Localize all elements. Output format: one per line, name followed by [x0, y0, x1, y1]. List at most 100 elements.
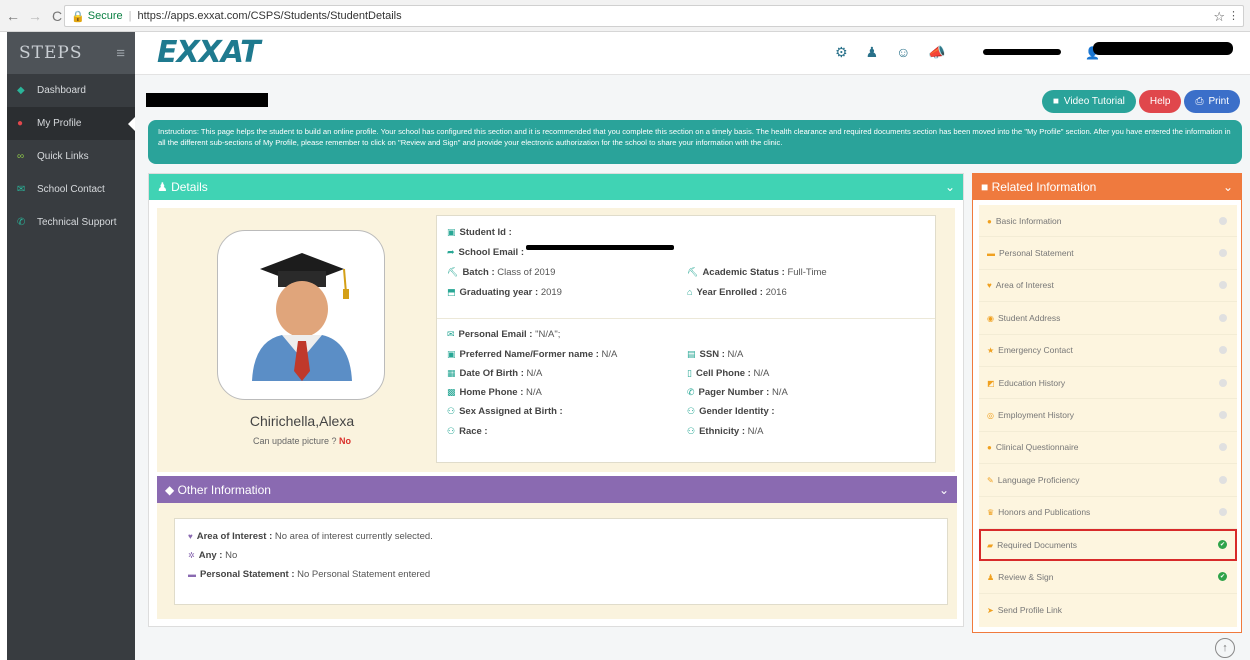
- related-item-student-address[interactable]: ◉ Student Address: [979, 302, 1237, 335]
- forward-arrow-icon[interactable]: →: [26, 8, 44, 24]
- other-information-header[interactable]: ◆ Other Information ⌄: [157, 476, 957, 503]
- bookmark-star-icon[interactable]: ☆: [1213, 9, 1225, 25]
- star-icon: ★: [987, 346, 995, 356]
- secure-label: Secure: [87, 10, 123, 22]
- related-item-clinical-questionnaire[interactable]: ● Clinical Questionnaire: [979, 432, 1237, 465]
- graduating-year-field: ⬒ Graduating year : 2019: [447, 287, 562, 298]
- briefcase-icon: ◎: [987, 411, 994, 421]
- related-item-emergency-contact[interactable]: ★ Emergency Contact: [979, 335, 1237, 367]
- heart-icon: ♥: [987, 281, 992, 291]
- related-information-title: Related Information: [991, 180, 1097, 194]
- related-item-education-history[interactable]: ◩ Education History: [979, 367, 1237, 400]
- can-update-picture: Can update picture ? No: [157, 436, 447, 446]
- race-field: ⚇ Race :: [447, 426, 488, 437]
- scroll-to-top-icon[interactable]: ↑: [1215, 638, 1235, 658]
- chevron-down-icon[interactable]: ⌄: [939, 483, 949, 497]
- hamburger-menu-icon[interactable]: ≡: [116, 45, 125, 62]
- url-text: https://apps.exxat.com/CSPS/Students/Stu…: [137, 10, 402, 22]
- status-pending-dot: [1219, 475, 1227, 484]
- info-circle-icon: ●: [987, 216, 992, 226]
- sidebar-item-technical-support[interactable]: ✆ Technical Support: [7, 206, 135, 239]
- location-icon: ◉: [987, 313, 994, 323]
- print-button[interactable]: ⎙ Print: [1184, 90, 1240, 113]
- gender-identity-field: ⚇ Gender Identity :: [687, 406, 775, 417]
- check-circle-icon: ✔: [1218, 540, 1227, 550]
- details-body: Chirichella,Alexa Can update picture ? N…: [157, 208, 955, 472]
- square-icon: ■: [981, 180, 992, 194]
- exxat-logo[interactable]: EXXAT: [157, 35, 261, 70]
- student-id-field: ▣ Student Id :: [447, 227, 512, 238]
- megaphone-icon[interactable]: 📣: [928, 44, 945, 61]
- chevron-down-icon[interactable]: ⌄: [1223, 180, 1233, 194]
- sidebar-item-my-profile[interactable]: ● My Profile: [7, 107, 135, 140]
- gear-icon[interactable]: ⚙: [835, 44, 848, 61]
- phone-icon: ✆: [17, 217, 26, 228]
- help-button[interactable]: Help: [1138, 90, 1182, 113]
- print-label: Print: [1208, 96, 1229, 107]
- check-circle-icon: ✔: [1218, 572, 1227, 582]
- menu-dots-icon[interactable]: ⋮: [1228, 9, 1239, 22]
- related-item-area-of-interest[interactable]: ♥ Area of Interest: [979, 270, 1237, 303]
- trophy-icon: ♛: [987, 508, 995, 518]
- name-tag-icon: ▣: [447, 349, 456, 359]
- details-panel: ♟ Details ⌄ Chirichella,Alexa Can update…: [148, 173, 964, 627]
- details-title: Details: [171, 180, 208, 194]
- address-bar[interactable]: 🔒 Secure | https://apps.exxat.com/CSPS/S…: [64, 5, 1244, 27]
- info-divider: [437, 318, 935, 319]
- cell-phone-field: ▯ Cell Phone : N/A: [687, 368, 770, 379]
- status-pending-dot: [1219, 411, 1227, 420]
- url-separator: |: [128, 10, 132, 22]
- related-item-language-proficiency[interactable]: ✎ Language Proficiency: [979, 464, 1237, 497]
- year-enrolled-field: ⌂ Year Enrolled : 2016: [687, 287, 787, 298]
- redacted-page-title: [146, 93, 268, 107]
- graduation-icon: ⛏: [447, 267, 459, 277]
- related-item-employment-history[interactable]: ◎ Employment History: [979, 399, 1237, 432]
- related-item-personal-statement[interactable]: ▬ Personal Statement: [979, 237, 1237, 270]
- other-information-title: Other Information: [177, 482, 271, 497]
- school-email-field: ➦ School Email :: [447, 247, 525, 258]
- redacted-user-name[interactable]: [1093, 42, 1233, 55]
- lock-icon: 🔒: [71, 10, 88, 23]
- steps-logo: STEPS: [19, 43, 83, 63]
- user-profile-icon[interactable]: ♟: [866, 44, 879, 61]
- status-pending-dot: [1219, 443, 1227, 452]
- pager-number-field: ✆ Pager Number : N/A: [687, 387, 788, 398]
- envelope-icon: ✉: [447, 329, 455, 339]
- instructions-banner: Instructions: This page helps the studen…: [148, 120, 1242, 164]
- printer-icon: ⎙: [1195, 96, 1204, 107]
- comment-icon: ▬: [987, 249, 995, 259]
- video-tutorial-label: Video Tutorial: [1063, 96, 1125, 107]
- related-item-review-sign[interactable]: ♟ Review & Sign ✔: [979, 561, 1237, 594]
- status-pending-dot: [1219, 346, 1227, 355]
- related-item-send-profile-link[interactable]: ➤ Send Profile Link: [979, 594, 1237, 626]
- related-information-header[interactable]: ■ Related Information ⌄: [973, 174, 1241, 200]
- chevron-down-icon[interactable]: ⌄: [945, 180, 955, 194]
- folder-icon: ▰: [987, 540, 994, 550]
- sidebar-item-school-contact[interactable]: ✉ School Contact: [7, 173, 135, 206]
- status-pending-dot: [1219, 313, 1227, 322]
- envelope-icon: ✉: [17, 184, 26, 195]
- video-tutorial-button[interactable]: ■ Video Tutorial: [1041, 90, 1136, 113]
- phone-square-icon: ▩: [447, 387, 456, 397]
- sidebar-item-quick-links[interactable]: ∞ Quick Links: [7, 140, 135, 173]
- related-item-basic-information[interactable]: ● Basic Information: [979, 205, 1237, 238]
- any-field: ✲ Any : No: [188, 550, 238, 561]
- sidebar-item-dashboard[interactable]: ◆ Dashboard: [7, 74, 135, 107]
- student-name: Chirichella,Alexa: [249, 413, 355, 429]
- action-buttons: ■ Video Tutorial Help ⎙ Print: [1041, 90, 1240, 113]
- related-item-required-documents[interactable]: ▰ Required Documents ✔: [979, 528, 1237, 562]
- phone-icon: ✆: [687, 387, 695, 397]
- ssn-field: ▤ SSN : N/A: [687, 349, 744, 360]
- status-pending-dot: [1219, 378, 1227, 387]
- heart-icon: ♥: [188, 532, 193, 541]
- user-icon: ●: [17, 118, 24, 129]
- related-information-panel: ■ Related Information ⌄ ● Basic Informati…: [972, 173, 1242, 633]
- sidebar-item-label: Dashboard: [37, 85, 86, 96]
- language-icon: ✎: [987, 475, 994, 485]
- back-arrow-icon[interactable]: ←: [4, 8, 22, 24]
- details-panel-header[interactable]: ♟ Details ⌄: [149, 174, 963, 200]
- sex-assigned-field: ⚇ Sex Assigned at Birth :: [447, 406, 563, 417]
- share-arrow-icon: ➦: [447, 247, 455, 257]
- smiley-icon[interactable]: ☺: [896, 44, 910, 61]
- related-item-honors-publications[interactable]: ♛ Honors and Publications: [979, 497, 1237, 529]
